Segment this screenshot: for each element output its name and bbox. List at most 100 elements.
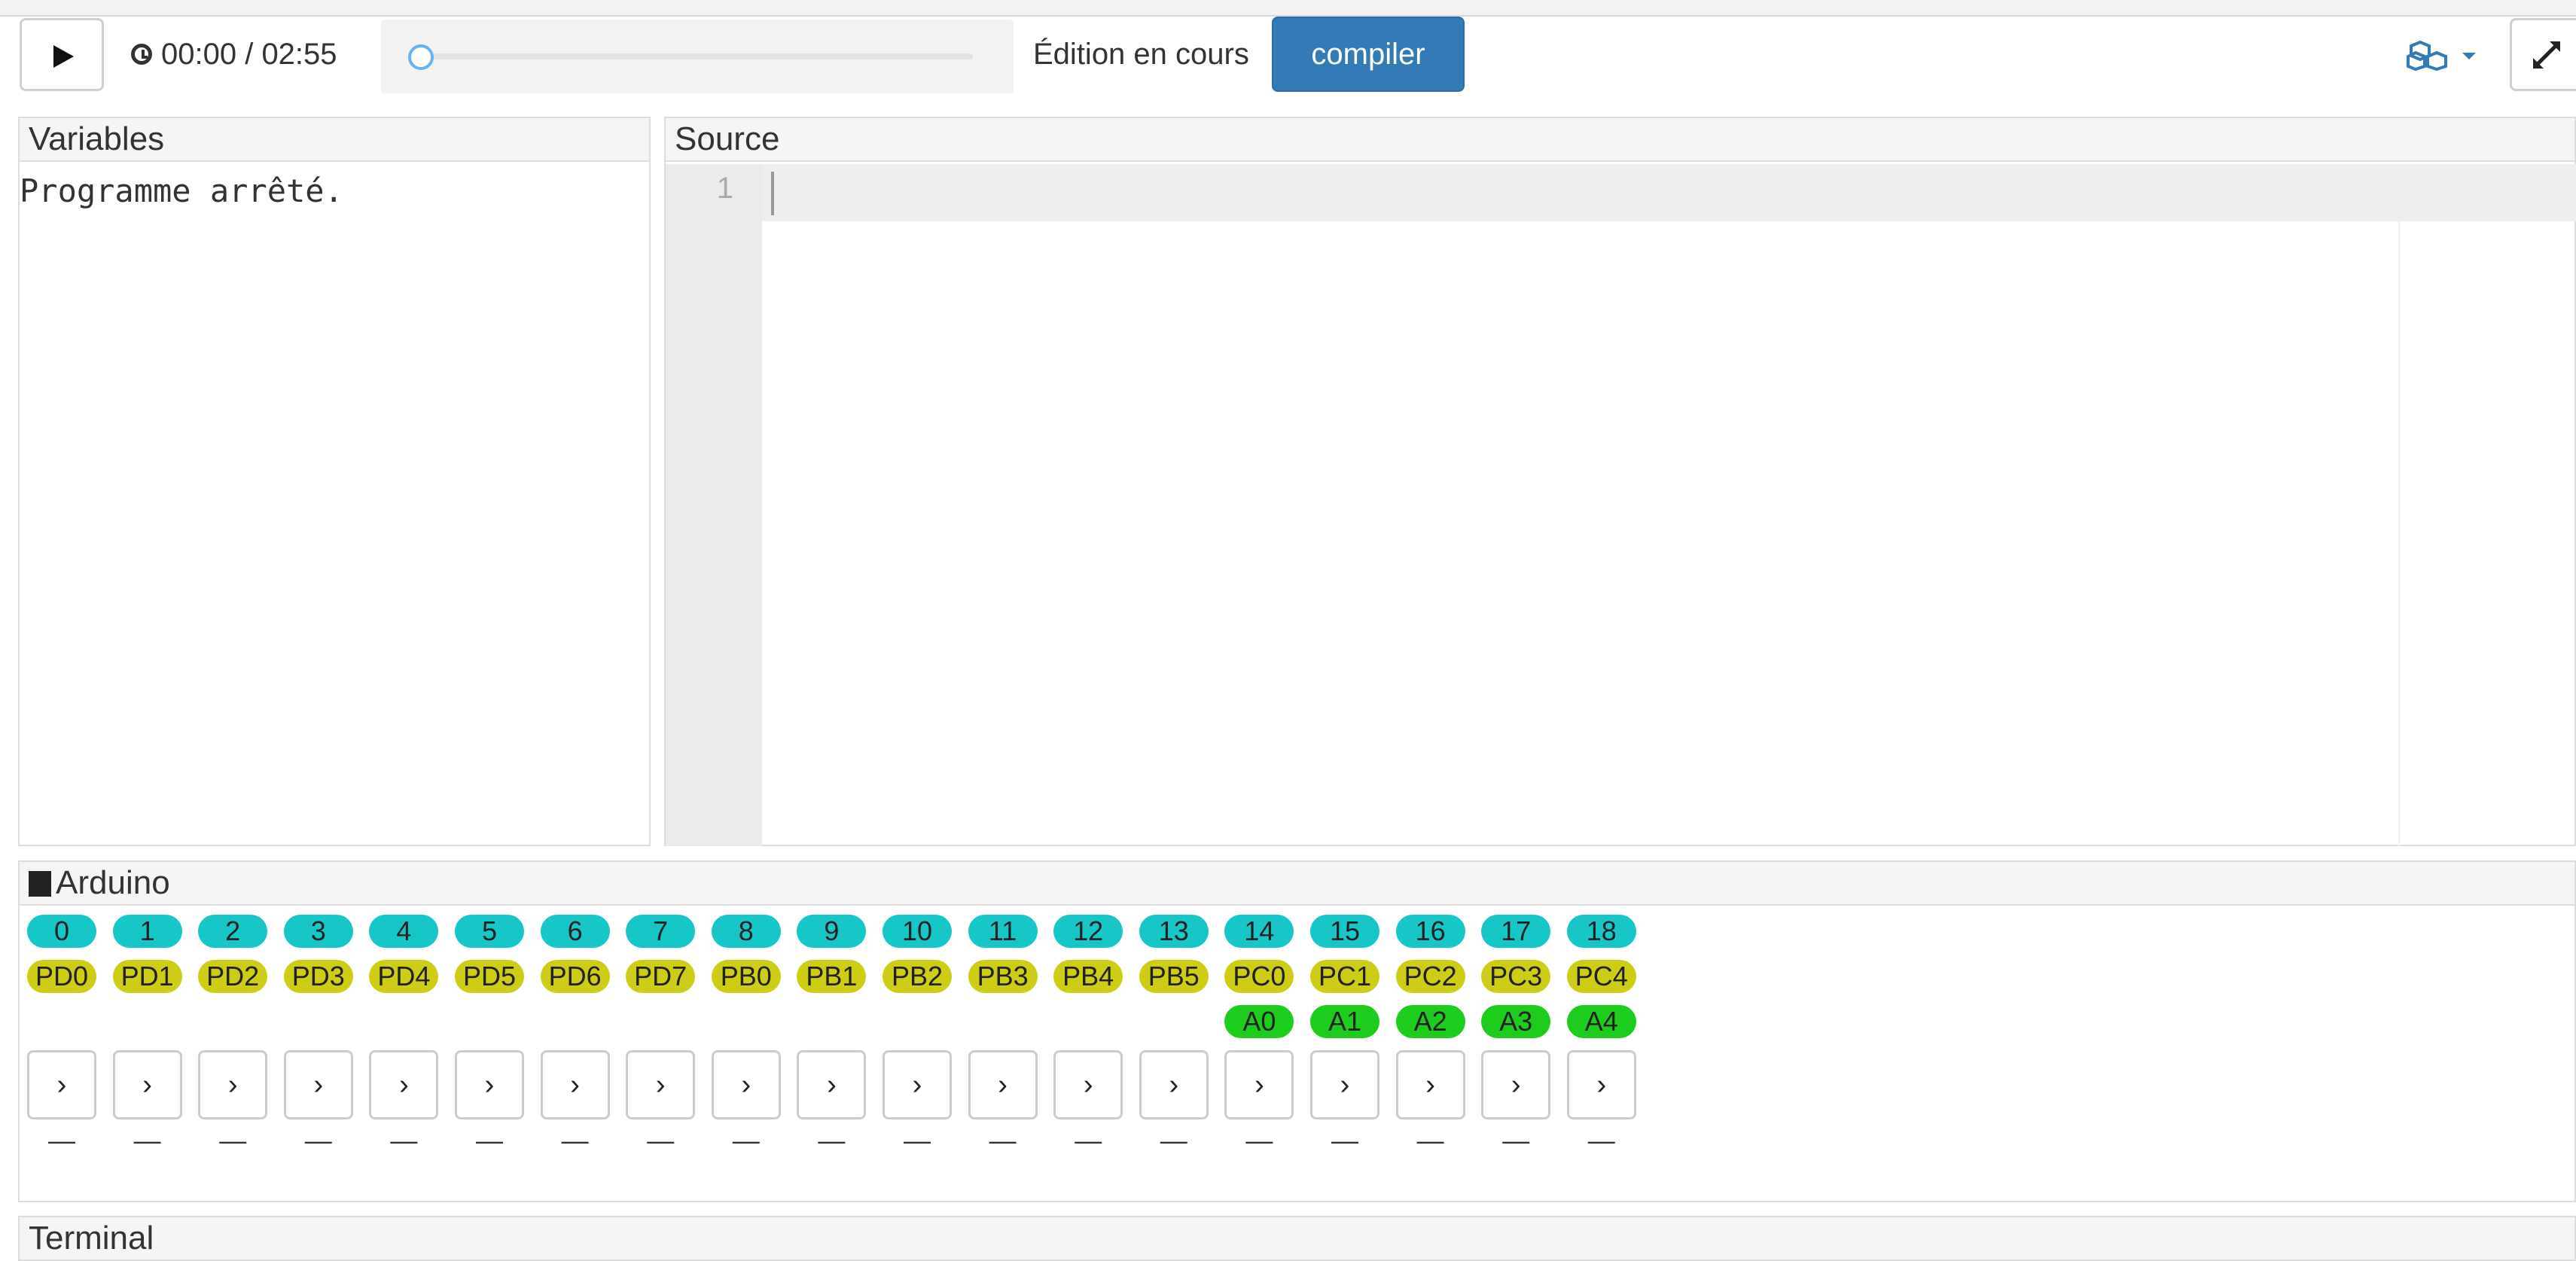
pin-toggle-button[interactable]: › [112, 1050, 182, 1119]
pin-port-badge: PC4 [1566, 960, 1636, 993]
slider-thumb[interactable] [408, 44, 434, 70]
pin-column: 2 PD2 › — [198, 915, 268, 1156]
pin-value: — [390, 1125, 418, 1156]
pin-value: — [219, 1125, 247, 1156]
settings-dropdown[interactable] [2407, 39, 2476, 72]
pin-column: 16 PC2 A2 › — [1395, 915, 1465, 1156]
pin-toggle-button[interactable]: › [1224, 1050, 1294, 1119]
pin-toggle-button[interactable]: › [711, 1050, 781, 1119]
pin-number-badge: 12 [1053, 915, 1123, 948]
cubes-icon [2407, 40, 2447, 72]
pin-column: 7 PD7 › — [626, 915, 696, 1156]
source-header: Source [664, 117, 2576, 162]
pin-port-badge: PC3 [1481, 960, 1551, 993]
pin-toggle-button[interactable]: › [198, 1050, 268, 1119]
pin-analog-badge: A3 [1481, 1005, 1551, 1038]
pin-toggle-button[interactable]: › [883, 1050, 952, 1119]
pin-column: 1 PD1 › — [112, 915, 182, 1156]
pin-value: — [1587, 1125, 1615, 1156]
pin-column: 10 PB2 › — [883, 915, 952, 1154]
variables-header: Variables [18, 117, 651, 162]
text-cursor [771, 172, 774, 215]
pin-toggle-button[interactable]: › [1566, 1050, 1636, 1119]
time-display: 00:00 / 02:55 [131, 35, 337, 74]
pin-column: 4 PD4 › — [369, 915, 439, 1156]
pin-analog-badge: A2 [1395, 1005, 1465, 1038]
pin-column: 14 PC0 A0 › — [1224, 915, 1294, 1154]
pin-column: 11 PB3 › — [968, 915, 1038, 1154]
pin-port-badge: PD4 [369, 960, 439, 993]
pin-value: — [476, 1125, 503, 1156]
source-title: Source [675, 120, 780, 157]
pin-column: 15 PC1 A1 › — [1310, 915, 1379, 1154]
pin-toggle-button[interactable]: › [1481, 1050, 1551, 1119]
pin-port-badge: PD6 [540, 960, 610, 993]
pin-number-badge: 9 [797, 915, 867, 948]
pin-toggle-button[interactable]: › [1053, 1050, 1123, 1119]
pin-column: 5 PD5 › — [455, 915, 524, 1154]
pin-port-badge: PB1 [797, 960, 867, 993]
expand-button[interactable] [2510, 18, 2576, 91]
pin-number-badge: 4 [369, 915, 439, 948]
pin-port-badge: PB4 [1053, 960, 1123, 993]
pin-analog-badge: A0 [1224, 1005, 1294, 1038]
pin-value: — [1416, 1125, 1444, 1156]
pin-toggle-button[interactable]: › [797, 1050, 867, 1119]
active-line[interactable] [762, 164, 2576, 221]
pin-value: — [732, 1125, 760, 1156]
pin-toggle-button[interactable]: › [1395, 1050, 1465, 1119]
pin-value: — [818, 1125, 846, 1156]
pin-port-badge: PC0 [1224, 960, 1294, 993]
pin-port-badge: PC2 [1395, 960, 1465, 993]
print-margin [2398, 221, 2400, 846]
expand-icon [2533, 41, 2560, 69]
line-gutter [666, 164, 762, 846]
pin-value: — [647, 1125, 675, 1156]
pin-value: — [561, 1125, 589, 1156]
pin-column: 17 PC3 A3 › — [1481, 915, 1551, 1156]
pin-number-badge: 18 [1566, 915, 1636, 948]
editing-status: Édition en cours [1033, 38, 1249, 71]
play-button[interactable] [20, 18, 104, 91]
pin-toggle-button[interactable]: › [27, 1050, 96, 1119]
pin-number-badge: 5 [455, 915, 524, 948]
pin-column: 18 PC4 A4 › — [1566, 915, 1636, 1156]
compile-button[interactable]: compiler [1272, 17, 1465, 92]
pin-column: 12 PB4 › — [1053, 915, 1123, 1154]
clock-icon [131, 44, 152, 65]
pin-port-badge: PB3 [968, 960, 1038, 993]
playback-slider[interactable] [381, 20, 1014, 93]
variables-panel: Programme arrêté. [18, 162, 651, 846]
pin-value: — [1245, 1125, 1273, 1156]
pin-port-badge: PD1 [112, 960, 182, 993]
pin-toggle-button[interactable]: › [455, 1050, 524, 1119]
play-icon [53, 45, 74, 68]
pin-value: — [304, 1125, 332, 1156]
pin-value: — [1502, 1125, 1530, 1156]
pin-number-badge: 14 [1224, 915, 1294, 948]
pin-value: — [133, 1125, 161, 1156]
pin-toggle-button[interactable]: › [369, 1050, 439, 1119]
pin-value: — [48, 1125, 75, 1156]
pin-number-badge: 8 [711, 915, 781, 948]
slider-track[interactable] [419, 53, 973, 59]
pin-toggle-button[interactable]: › [968, 1050, 1038, 1119]
pin-port-badge: PC1 [1310, 960, 1379, 993]
pin-column: 9 PB1 › — [797, 915, 867, 1156]
pin-port-badge: PD7 [626, 960, 696, 993]
pin-number-badge: 1 [112, 915, 182, 948]
top-edge [0, 0, 2576, 17]
pin-toggle-button[interactable]: › [1310, 1050, 1379, 1119]
pin-toggle-button[interactable]: › [626, 1050, 696, 1119]
source-editor[interactable] [664, 162, 2576, 846]
pin-number-badge: 11 [968, 915, 1038, 948]
pin-toggle-button[interactable]: › [1139, 1050, 1209, 1119]
pin-toggle-button[interactable]: › [283, 1050, 353, 1119]
pin-number-badge: 13 [1139, 915, 1209, 948]
pin-toggle-button[interactable]: › [540, 1050, 610, 1119]
pin-column: 3 PD3 › — [283, 915, 353, 1156]
time-text: 00:00 / 02:55 [161, 37, 337, 71]
pin-port-badge: PB2 [883, 960, 952, 993]
pin-number-badge: 0 [27, 915, 96, 948]
pin-number-badge: 17 [1481, 915, 1551, 948]
